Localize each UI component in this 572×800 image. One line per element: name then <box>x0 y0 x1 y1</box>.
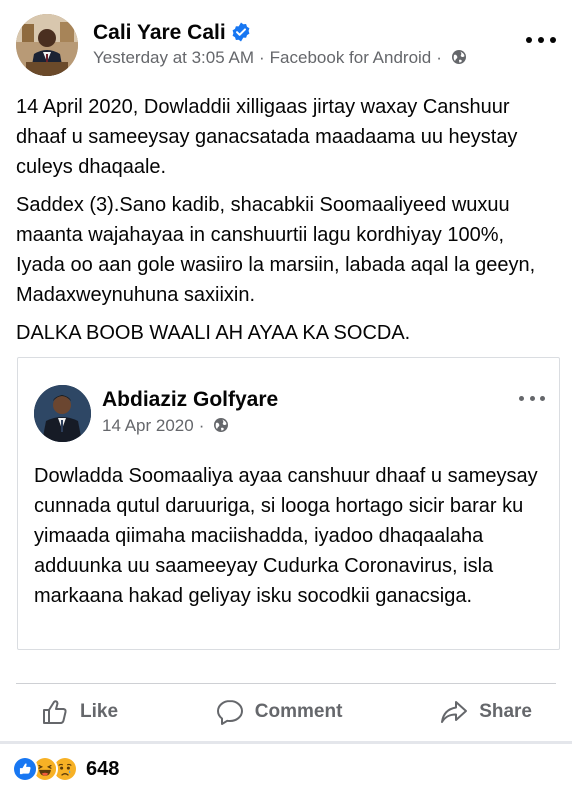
thumbs-up-icon <box>43 700 67 724</box>
shared-author-name[interactable]: Abdiaziz Golfyare <box>102 388 278 412</box>
verified-badge-icon <box>231 22 251 42</box>
shared-post-card[interactable]: Abdiaziz Golfyare 14 Apr 2020 · Dowladda … <box>17 357 560 650</box>
post-paragraph: 14 April 2020, Dowladdii xilligaas jirta… <box>16 96 518 178</box>
like-label[interactable]: Like <box>80 701 118 723</box>
author-name[interactable]: Cali Yare Cali <box>93 21 251 45</box>
post-options-button[interactable] <box>526 30 556 50</box>
shared-post-date[interactable]: 14 Apr 2020 <box>102 416 194 435</box>
reaction-count[interactable]: 648 <box>86 758 119 781</box>
shared-post-text: Dowladda Soomaaliya ayaa canshuur dhaaf … <box>34 465 538 607</box>
share-button[interactable]: Share <box>415 697 556 727</box>
like-button[interactable]: Like <box>16 697 142 727</box>
section-divider <box>0 741 572 744</box>
like-icon <box>12 756 38 782</box>
public-globe-icon <box>213 417 229 433</box>
post-meta: Yesterday at 3:05 AM · Facebook for Androi… <box>93 48 467 68</box>
post-source: Facebook for Android <box>269 48 432 67</box>
post-time[interactable]: Yesterday at 3:05 AM <box>93 48 254 67</box>
post-paragraph: DALKA BOOB WAALI AH AYAA KA SOCDA. <box>16 322 411 344</box>
reactions-summary[interactable]: 648 <box>12 754 119 784</box>
comment-button[interactable]: Comment <box>191 697 367 727</box>
share-label[interactable]: Share <box>479 701 532 723</box>
author-avatar[interactable] <box>16 14 78 76</box>
post-body: 14 April 2020, Dowladdii xilligaas jirta… <box>16 92 556 356</box>
public-globe-icon <box>451 49 467 65</box>
meta-separator: · <box>258 48 265 67</box>
post-paragraph: Saddex (3).Sano kadib, shacabkii Soomaal… <box>16 194 536 306</box>
comment-label[interactable]: Comment <box>255 701 343 723</box>
post-action-bar: Like Comment Share <box>16 690 556 734</box>
comment-bubble-icon <box>216 700 243 725</box>
meta-separator: · <box>436 48 442 67</box>
shared-options-button[interactable] <box>519 391 545 405</box>
shared-post-meta: 14 Apr 2020 · <box>102 416 229 436</box>
actions-divider <box>16 683 556 684</box>
meta-separator: · <box>198 416 205 435</box>
share-arrow-icon <box>441 701 468 723</box>
author-name-text[interactable]: Cali Yare Cali <box>93 21 226 44</box>
post-header: Cali Yare Cali Yesterday at 3:05 AM · Face… <box>16 12 556 76</box>
shared-author-avatar[interactable] <box>34 385 91 442</box>
